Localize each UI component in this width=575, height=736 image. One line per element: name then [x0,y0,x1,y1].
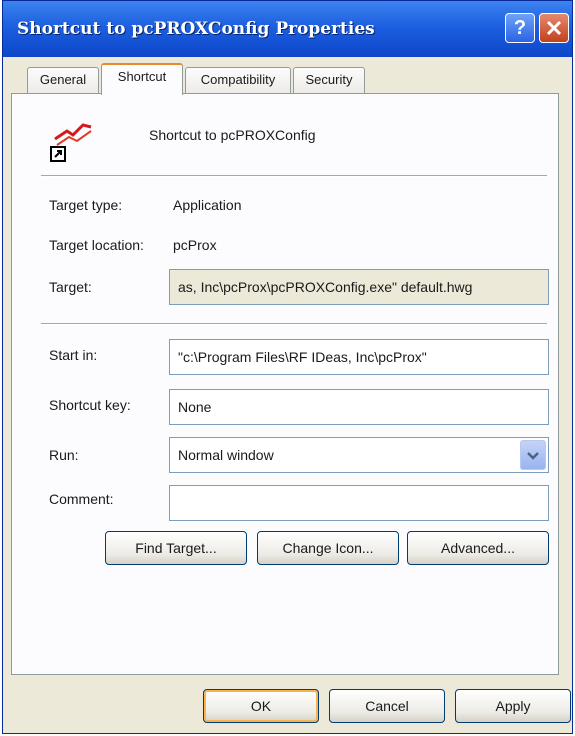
cancel-button[interactable]: Cancel [329,689,445,723]
title-bar[interactable]: Shortcut to pcPROXConfig Properties ? [3,1,572,57]
advanced-button[interactable]: Advanced... [407,531,549,565]
comment-input[interactable] [169,485,549,521]
shortcut-panel [11,93,559,675]
window-title: Shortcut to pcPROXConfig Properties [17,19,375,39]
app-shortcut-icon [50,123,92,162]
tab-shortcut[interactable]: Shortcut [101,63,183,95]
shortcut-name: Shortcut to pcPROXConfig [149,127,316,143]
change-icon-button[interactable]: Change Icon... [257,531,399,565]
tab-security[interactable]: Security [293,67,365,93]
apply-button[interactable]: Apply [455,689,571,723]
start-in-label: Start in: [49,347,98,363]
run-label: Run: [49,447,79,463]
shortcut-key-input[interactable]: None [169,389,549,425]
help-button[interactable]: ? [505,13,535,43]
start-in-input[interactable]: "c:\Program Files\RF IDeas, Inc\pcProx" [169,339,549,375]
close-button[interactable] [539,13,569,43]
target-location-value: pcProx [173,237,217,253]
run-select[interactable]: Normal window [169,437,549,473]
run-select-value: Normal window [178,447,274,463]
tab-compatibility[interactable]: Compatibility [185,67,291,93]
divider [41,175,547,177]
find-target-button[interactable]: Find Target... [105,531,247,565]
target-type-value: Application [173,197,242,213]
target-location-label: Target location: [49,237,144,253]
chevron-down-icon [527,452,539,460]
divider [41,323,547,325]
ok-button[interactable]: OK [203,689,319,723]
tab-general[interactable]: General [27,67,99,93]
dropdown-arrow-button[interactable] [520,440,546,470]
shortcut-key-label: Shortcut key: [49,397,131,413]
close-icon [546,20,562,36]
target-type-label: Target type: [49,197,123,213]
properties-dialog: Shortcut to pcPROXConfig Properties ? Ge… [2,0,573,734]
tab-strip: General Shortcut Compatibility Security [3,63,572,95]
target-label: Target: [49,279,92,295]
comment-label: Comment: [49,491,114,507]
target-input[interactable]: as, Inc\pcProx\pcPROXConfig.exe" default… [169,269,549,305]
